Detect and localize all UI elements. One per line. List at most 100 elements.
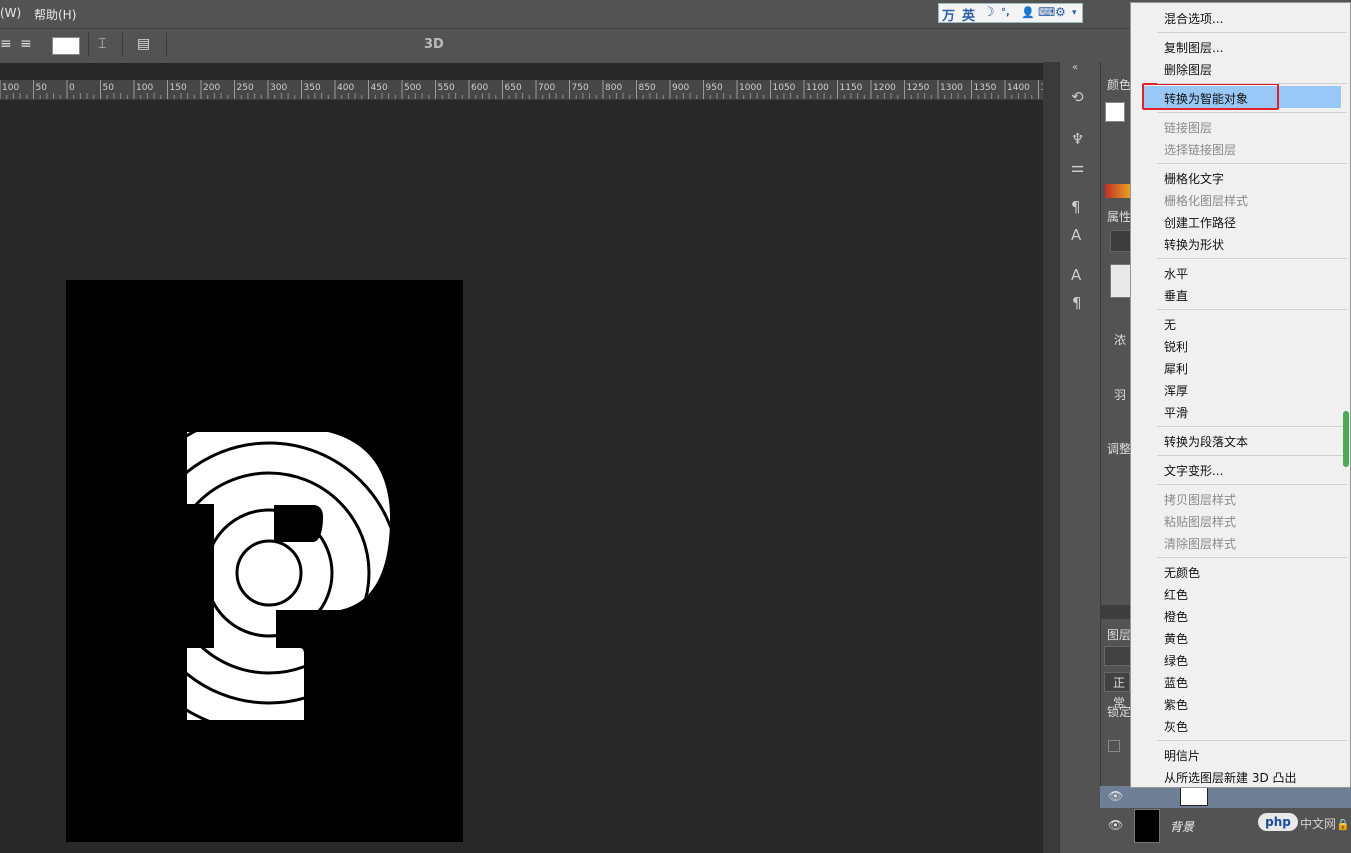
layer-filter-search[interactable] — [1104, 646, 1132, 666]
menu-item[interactable]: 黄色 — [1164, 630, 1188, 647]
menu-item[interactable]: 绿色 — [1164, 652, 1188, 669]
ruler-label: 1350 — [973, 83, 997, 93]
3d-button[interactable]: 3D — [424, 37, 444, 52]
menu-item[interactable]: 浑厚 — [1164, 382, 1188, 399]
menu-item[interactable]: 橙色 — [1164, 608, 1188, 625]
menu-item[interactable]: 明信片 — [1164, 747, 1200, 764]
ime-toolbar[interactable]: 万 英 ☽ °, 👤 ⌨ ⚙ ▾ — [938, 3, 1083, 24]
menu-help[interactable]: 帮助(H) — [34, 6, 76, 23]
menu-window[interactable]: (W) — [0, 6, 21, 20]
ruler-label: 850 — [638, 83, 656, 93]
menu-item[interactable]: 蓝色 — [1164, 674, 1188, 691]
ruler-label: 650 — [504, 83, 522, 93]
menu-separator — [1157, 112, 1347, 113]
php-watermark-badge: php — [1258, 813, 1298, 831]
ruler-label: 100 — [136, 83, 154, 93]
background-layer-thumbnail — [1134, 809, 1160, 843]
ime-wan-icon[interactable]: 万 — [942, 5, 955, 24]
menu-separator — [1157, 484, 1347, 485]
ruler-label: 1250 — [906, 83, 930, 93]
color-ramp[interactable] — [1105, 184, 1130, 198]
ruler-label: 200 — [203, 83, 221, 93]
visibility-eye-icon[interactable]: 👁 — [1108, 818, 1123, 832]
character-panel-icon[interactable]: ▤ — [137, 36, 150, 52]
align-center-icon[interactable]: ≡ — [0, 36, 12, 52]
menu-item[interactable]: 灰色 — [1164, 718, 1188, 735]
menu-item[interactable]: 从所选图层新建 3D 凸出 — [1164, 769, 1297, 786]
watermark-text: 中文网 — [1300, 817, 1337, 831]
ime-moon-icon[interactable]: ☽ — [983, 5, 995, 20]
canvas-vertical-scrollbar[interactable] — [1043, 62, 1059, 853]
ime-settings-icon[interactable]: ⚙ — [1055, 5, 1066, 19]
menu-item[interactable]: 平滑 — [1164, 404, 1188, 421]
ruler-label: 350 — [303, 83, 321, 93]
ruler-label: 950 — [705, 83, 723, 93]
menu-item: 链接图层 — [1164, 121, 1213, 135]
feather-label: 羽 — [1114, 388, 1127, 402]
ruler-label: 400 — [337, 83, 355, 93]
menu-item[interactable]: 复制图层... — [1164, 39, 1223, 56]
menu-separator — [1157, 309, 1347, 310]
paragraph-style-icon[interactable]: ¶ — [1071, 198, 1081, 216]
menu-item[interactable]: 转换为智能对象 — [1164, 90, 1248, 107]
menu-item[interactable]: 创建工作路径 — [1164, 214, 1236, 231]
properties-panel-tab[interactable]: 属性 — [1107, 208, 1131, 225]
menu-item[interactable]: 删除图层 — [1164, 61, 1212, 78]
menu-item[interactable]: 栅格化文字 — [1164, 170, 1224, 187]
panels-column — [1100, 62, 1131, 853]
menu-item[interactable]: 紫色 — [1164, 696, 1188, 713]
menu-item[interactable]: 文字变形... — [1164, 462, 1223, 479]
lock-checkbox[interactable] — [1108, 740, 1120, 752]
document-canvas[interactable] — [66, 280, 463, 842]
ruler-label: 50 — [102, 83, 114, 93]
ruler-label: 300 — [270, 83, 288, 93]
menu-item[interactable]: 转换为形状 — [1164, 236, 1224, 253]
foreground-color-swatch[interactable] — [1105, 102, 1125, 122]
menu-item[interactable]: 混合选项... — [1164, 10, 1223, 27]
ime-keyboard-icon[interactable]: ⌨ — [1038, 5, 1055, 19]
ruler-label: 1150 — [839, 83, 863, 93]
align-right-icon[interactable]: ≡ — [20, 36, 32, 52]
horizontal-ruler: 100 50 0 50 100 150 200 250 300 350 400 450 500 550 60… — [0, 80, 1043, 100]
warp-text-icon[interactable]: ⌶ — [98, 36, 106, 52]
menu-separator — [1157, 32, 1347, 33]
paragraph-icon[interactable]: ¶ — [1072, 294, 1082, 312]
history-icon[interactable]: ⟲ — [1071, 88, 1084, 106]
blend-mode-select[interactable]: 正常 — [1104, 672, 1130, 710]
panel-divider — [1100, 605, 1130, 619]
ruler-label: 1100 — [806, 83, 829, 93]
density-label: 浓 — [1114, 333, 1127, 347]
text-color-swatch[interactable] — [52, 37, 80, 55]
character-icon[interactable]: A — [1071, 266, 1081, 284]
mask-icon[interactable] — [1110, 230, 1132, 252]
menu-item[interactable]: 无颜色 — [1164, 564, 1200, 581]
menu-item[interactable]: 垂直 — [1164, 287, 1188, 304]
menu-scrollbar[interactable] — [1343, 411, 1349, 467]
menu-item[interactable]: 水平 — [1164, 265, 1188, 282]
visibility-eye-icon[interactable]: 👁 — [1108, 789, 1123, 803]
layer-name[interactable]: 背景 — [1170, 818, 1194, 835]
layer-row-text[interactable]: 👁 — [1100, 786, 1351, 808]
ime-english-icon[interactable]: 英 — [962, 5, 975, 24]
menu-separator — [1157, 426, 1347, 427]
character-style-icon[interactable]: A — [1071, 226, 1081, 244]
brush-preset-icon[interactable]: ♆ — [1071, 130, 1084, 148]
ime-user-icon[interactable]: 👤 — [1021, 6, 1035, 19]
ruler-label: 150 — [169, 83, 187, 93]
ime-punct-icon[interactable]: °, — [1001, 7, 1010, 18]
adjustments-icon[interactable]: ⚌ — [1071, 158, 1084, 176]
menu-item[interactable]: 无 — [1164, 316, 1176, 333]
color-panel-tab[interactable]: 颜色 — [1107, 76, 1131, 93]
menu-item[interactable]: 转换为段落文本 — [1164, 433, 1248, 450]
separator — [88, 33, 89, 57]
menu-item[interactable]: 犀利 — [1164, 360, 1188, 377]
lock-icon: 🔒 — [1336, 818, 1350, 831]
ime-dropdown-icon[interactable]: ▾ — [1072, 8, 1077, 18]
layer-thumbnail — [1180, 786, 1208, 806]
menu-item[interactable]: 锐利 — [1164, 338, 1188, 355]
menu-item[interactable]: 红色 — [1164, 586, 1188, 603]
menu-item: 栅格化图层样式 — [1164, 194, 1249, 208]
collapse-dock-icon[interactable]: « — [1072, 62, 1078, 73]
layers-panel-tab[interactable]: 图层 — [1107, 626, 1131, 643]
ruler-label: 1200 — [873, 83, 896, 93]
